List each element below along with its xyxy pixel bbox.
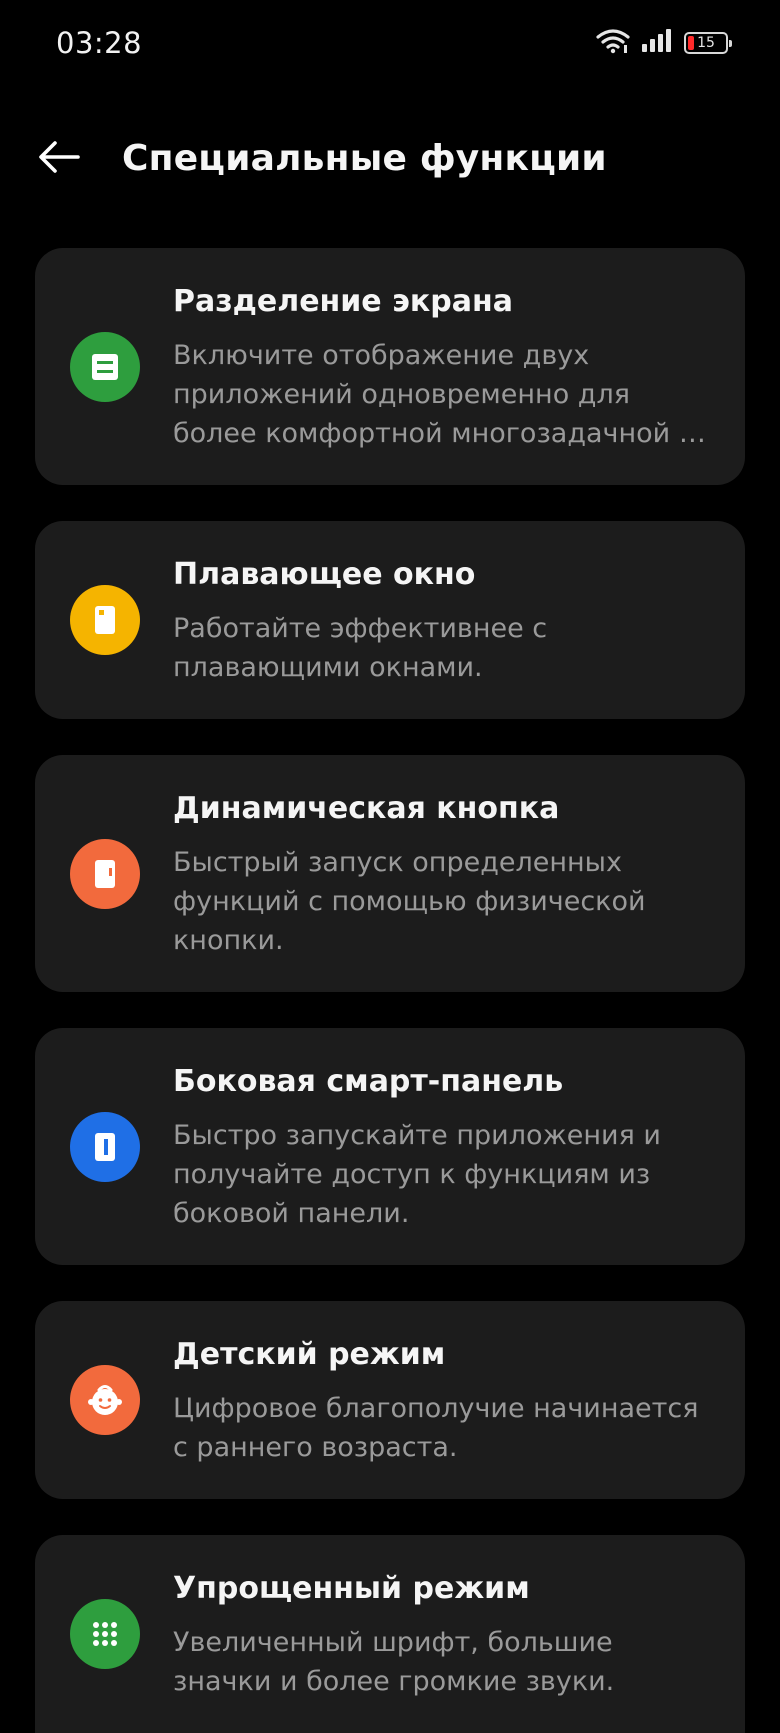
- card-description: Включите отображение двух приложений одн…: [173, 336, 718, 453]
- card-title: Динамическая кнопка: [173, 791, 560, 826]
- card-smart-sidebar[interactable]: Боковая смарт-панель Быстро запускайте п…: [35, 1028, 745, 1265]
- card-kid-mode[interactable]: Детский режим Цифровое благополучие начи…: [35, 1301, 745, 1499]
- card-description-line: приложений одновременно для: [173, 379, 630, 410]
- card-description: Быстрый запуск определенных функций с по…: [173, 843, 718, 960]
- card-description: Увеличенный шрифт, большие значки и боле…: [173, 1623, 718, 1701]
- card-title: Упрощенный режим: [173, 1571, 530, 1606]
- card-description: Цифровое благополучие начинается с ранне…: [173, 1389, 718, 1467]
- card-description-line: Быстро запускайте приложения и: [173, 1120, 661, 1151]
- card-title: Боковая смарт-панель: [173, 1064, 564, 1099]
- card-title: Разделение экрана: [173, 284, 513, 319]
- smart-sidebar-icon: [70, 1112, 140, 1182]
- card-title: Детский режим: [173, 1337, 446, 1372]
- card-description-line: Увеличенный шрифт, большие: [173, 1627, 613, 1658]
- card-description-line: боковой панели.: [173, 1198, 410, 1229]
- card-description-line: Включите отображение двух: [173, 340, 590, 371]
- card-description-line: Цифровое благополучие начинается: [173, 1393, 699, 1424]
- card-description-line: получайте доступ к функциям из: [173, 1159, 651, 1190]
- dynamic-button-icon: [70, 839, 140, 909]
- header: Специальные функции: [0, 120, 780, 200]
- card-description-line: более комфортной многозадачной …: [173, 418, 706, 449]
- card-description-line: кнопки.: [173, 925, 284, 956]
- floating-window-icon: [70, 585, 140, 655]
- simple-mode-icon: [70, 1599, 140, 1669]
- card-floating-window[interactable]: Плавающее окно Работайте эффективнее с п…: [35, 521, 745, 719]
- card-description-line: с раннего возраста.: [173, 1432, 458, 1463]
- battery-icon: 15: [684, 32, 732, 54]
- back-arrow-icon: [38, 140, 82, 178]
- card-description-line: Быстрый запуск определенных: [173, 847, 622, 878]
- card-split-screen[interactable]: Разделение экрана Включите отображение д…: [35, 248, 745, 485]
- card-description: Работайте эффективнее с плавающими окнам…: [173, 609, 718, 687]
- card-dynamic-button[interactable]: Динамическая кнопка Быстрый запуск опред…: [35, 755, 745, 992]
- status-bar: 03:28 15: [0, 0, 780, 92]
- wifi-icon: [596, 28, 630, 58]
- status-time: 03:28: [56, 26, 143, 60]
- back-button[interactable]: [34, 136, 86, 182]
- card-simple-mode[interactable]: Упрощенный режим Увеличенный шрифт, боль…: [35, 1535, 745, 1733]
- signal-icon: [640, 29, 674, 57]
- card-description-line: значки и более громкие звуки.: [173, 1666, 615, 1697]
- card-description: Быстро запускайте приложения и получайте…: [173, 1116, 718, 1233]
- split-screen-icon: [70, 332, 140, 402]
- status-icons: 15: [596, 28, 732, 58]
- card-description-line: функций с помощью физической: [173, 886, 646, 917]
- page-title: Специальные функции: [122, 138, 607, 179]
- kid-mode-icon: [70, 1365, 140, 1435]
- card-description-line: Работайте эффективнее с: [173, 613, 548, 644]
- card-title: Плавающее окно: [173, 557, 476, 592]
- battery-level: 15: [697, 35, 715, 51]
- card-description-line: плавающими окнами.: [173, 652, 483, 683]
